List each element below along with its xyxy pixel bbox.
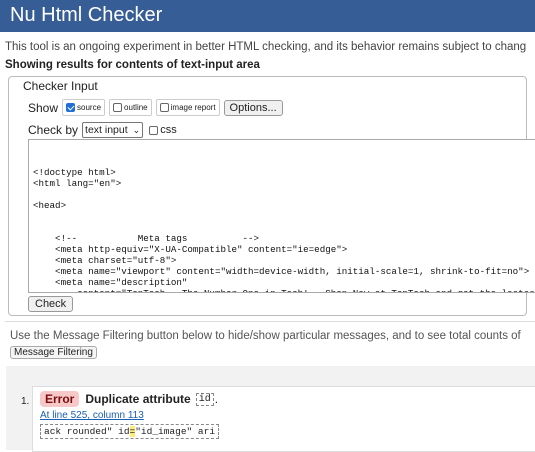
checker-input-legend: Checker Input xyxy=(20,79,101,93)
message-number: 1. xyxy=(21,396,30,407)
show-option-image-report[interactable]: image report xyxy=(155,99,220,116)
check-by-select[interactable]: text input ⌄ xyxy=(82,122,144,138)
chevron-down-icon: ⌄ xyxy=(132,124,141,135)
css-label: css xyxy=(160,124,177,136)
error-badge: Error xyxy=(40,391,80,407)
outline-label: outline xyxy=(124,103,148,112)
show-label: Show xyxy=(28,100,59,115)
extract-before: ack rounded" id xyxy=(44,426,130,437)
check-by-label: Check by xyxy=(28,123,79,137)
show-options-row: Show source outline image report Options… xyxy=(28,99,283,116)
image-report-checkbox[interactable] xyxy=(159,103,169,112)
filter-hint-text: Use the Message Filtering button below t… xyxy=(10,330,521,342)
attribute-code: id xyxy=(195,392,214,406)
intro-text: This tool is an ongoing experiment in be… xyxy=(5,41,527,53)
page-title: Nu Html Checker xyxy=(10,4,163,26)
app-header: Nu Html Checker xyxy=(0,0,535,32)
error-message-line: Error Duplicate attribute id . xyxy=(40,391,218,407)
check-button[interactable]: Check xyxy=(28,296,74,312)
css-checkbox[interactable] xyxy=(149,125,159,135)
outline-checkbox[interactable] xyxy=(113,103,123,112)
source-label: source xyxy=(77,103,102,112)
error-location-link[interactable]: At line 525, column 113 xyxy=(40,410,144,421)
error-text: Duplicate attribute xyxy=(85,392,191,406)
source-textarea[interactable]: <!doctype html> <html lang="en"> <head> … xyxy=(28,139,535,293)
show-option-outline[interactable]: outline xyxy=(109,99,152,116)
image-report-label: image report xyxy=(170,103,216,112)
extract-after: "id_image" ari xyxy=(135,426,216,437)
options-button[interactable]: Options... xyxy=(223,99,283,116)
show-option-source[interactable]: source xyxy=(62,99,106,116)
message-filtering-button[interactable]: Message Filtering xyxy=(10,346,97,359)
check-by-value: text input xyxy=(85,124,128,136)
source-code: <!doctype html> <html lang="en"> <head> … xyxy=(33,167,535,292)
showing-results-heading: Showing results for contents of text-inp… xyxy=(5,59,260,71)
check-by-row: Check by text input ⌄ css xyxy=(28,122,177,138)
error-trailing: . xyxy=(214,392,219,406)
source-checkbox[interactable] xyxy=(66,103,76,112)
css-option[interactable]: css xyxy=(149,124,177,136)
source-extract: ack rounded" id="id_image" ari xyxy=(40,424,220,439)
divider xyxy=(5,321,535,322)
